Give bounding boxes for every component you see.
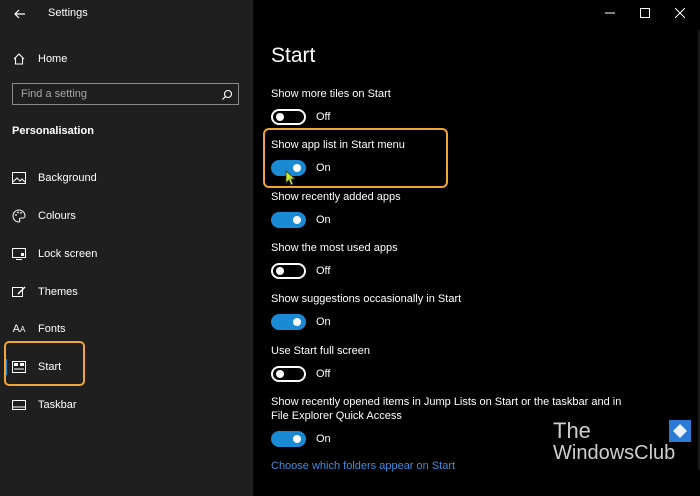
setting-most-used: Show the most used apps Off: [271, 242, 691, 279]
setting-more-tiles: Show more tiles on Start Off: [271, 88, 691, 125]
maximize-icon: [640, 8, 650, 18]
toggle-knob: [293, 318, 301, 326]
more-tiles-toggle[interactable]: [271, 109, 306, 125]
most-used-toggle[interactable]: [271, 263, 306, 279]
mouse-cursor-icon: [285, 170, 297, 186]
watermark-line1: The: [553, 418, 591, 443]
setting-title: Show recently opened items in Jump Lists…: [271, 396, 622, 408]
sidebar-item-label: Themes: [38, 286, 78, 298]
sidebar: Settings Home Personalisation Background…: [0, 0, 253, 496]
toggle-knob: [293, 216, 301, 224]
toggle-knob: [276, 113, 284, 121]
sidebar-item-label: Colours: [38, 210, 76, 222]
toggle-state-label: Off: [316, 265, 331, 277]
setting-recently-added: Show recently added apps On: [271, 191, 691, 228]
close-button[interactable]: [665, 4, 695, 22]
sidebar-item-background[interactable]: Background: [4, 164, 244, 192]
choose-folders-link[interactable]: Choose which folders appear on Start: [271, 460, 455, 472]
toggle-state-label: On: [316, 433, 331, 445]
setting-full-screen: Use Start full screen Off: [271, 345, 691, 382]
full-screen-toggle[interactable]: [271, 366, 306, 382]
jump-lists-toggle[interactable]: [271, 431, 306, 447]
search-box[interactable]: [12, 83, 239, 105]
sidebar-item-label: Background: [38, 172, 97, 184]
minimize-icon: [605, 12, 615, 14]
home-icon: [12, 52, 26, 66]
page-title: Start: [271, 44, 316, 67]
windowsclub-logo-icon: [669, 420, 691, 442]
background-image-icon: [12, 171, 26, 185]
sidebar-item-taskbar[interactable]: Taskbar: [4, 391, 244, 419]
sidebar-item-label: Taskbar: [38, 399, 77, 411]
setting-title: Show recently added apps: [271, 191, 401, 203]
themes-brush-icon: [12, 285, 26, 299]
palette-icon: [12, 209, 26, 223]
sidebar-item-fonts[interactable]: AA Fonts: [4, 315, 244, 343]
recently-added-toggle[interactable]: [271, 212, 306, 228]
lock-screen-icon: [12, 247, 26, 261]
home-label: Home: [38, 53, 68, 65]
back-button[interactable]: [12, 6, 28, 22]
watermark: The WindowsClub: [553, 418, 693, 468]
suggestions-toggle[interactable]: [271, 314, 306, 330]
sidebar-item-lock-screen[interactable]: Lock screen: [4, 240, 244, 268]
toggle-state-label: On: [316, 316, 331, 328]
home-nav-item[interactable]: Home: [12, 49, 232, 69]
toggle-knob: [293, 435, 301, 443]
minimize-button[interactable]: [595, 4, 625, 22]
back-arrow-icon: [14, 9, 25, 19]
watermark-line2: WindowsClub: [553, 442, 676, 464]
setting-suggestions: Show suggestions occasionally in Start O…: [271, 293, 691, 330]
close-icon: [675, 8, 685, 18]
setting-title: Show suggestions occasionally in Start: [271, 293, 462, 305]
sidebar-item-colours[interactable]: Colours: [4, 202, 244, 230]
setting-title: Show more tiles on Start: [271, 88, 391, 100]
search-input[interactable]: [21, 86, 211, 102]
sidebar-item-label: Fonts: [38, 323, 66, 335]
setting-title: Show the most used apps: [271, 242, 398, 254]
toggle-state-label: On: [316, 214, 331, 226]
search-icon[interactable]: [221, 88, 233, 100]
start-highlight-box: [4, 341, 85, 386]
taskbar-icon: [12, 398, 26, 412]
toggle-state-label: Off: [316, 368, 331, 380]
app-title: Settings: [48, 7, 88, 19]
toggle-knob: [276, 370, 284, 378]
setting-title: Use Start full screen: [271, 345, 371, 357]
toggle-state-label: Off: [316, 111, 331, 123]
sidebar-item-themes[interactable]: Themes: [4, 278, 244, 306]
maximize-button[interactable]: [630, 4, 660, 22]
fonts-icon: AA: [12, 323, 26, 335]
sidebar-item-label: Lock screen: [38, 248, 98, 260]
section-label: Personalisation: [12, 125, 94, 137]
toggle-knob: [276, 267, 284, 275]
